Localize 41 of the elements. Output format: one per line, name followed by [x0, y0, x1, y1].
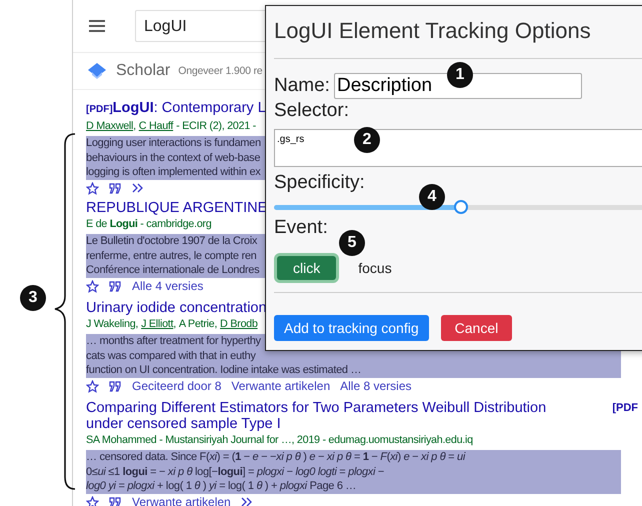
star-icon[interactable]: [86, 182, 99, 194]
double-chevron-icon[interactable]: [240, 497, 254, 506]
callout-number: 3: [20, 285, 46, 311]
result-link[interactable]: Verwante artikelen: [132, 495, 231, 506]
author-name: A Petrie,: [178, 318, 218, 330]
star-icon[interactable]: [86, 280, 99, 292]
menu-icon[interactable]: [89, 20, 105, 32]
slider-thumb[interactable]: [454, 200, 468, 214]
star-icon[interactable]: [86, 380, 99, 392]
quote-icon[interactable]: [109, 496, 122, 506]
author-name[interactable]: D Brodb: [220, 318, 258, 330]
selector-label: Selector:: [274, 99, 350, 123]
author-name[interactable]: C Hauff: [138, 120, 174, 132]
quote-icon[interactable]: [109, 182, 122, 194]
quote-icon[interactable]: [109, 280, 122, 292]
result-link[interactable]: Alle 4 versies: [132, 279, 204, 293]
result-title[interactable]: Comparing Different Estimators for Two Parameters Weibull Distribution under censored sample Type I: [86, 400, 586, 432]
result-source: - ECIR (2), 2021 -: [176, 120, 256, 132]
result-link[interactable]: Geciteerd door 8: [132, 379, 222, 393]
cancel-button[interactable]: Cancel: [440, 315, 512, 341]
star-icon[interactable]: [86, 496, 99, 506]
pdf-link[interactable]: [PDF: [612, 402, 638, 414]
event-option[interactable]: focus: [356, 256, 394, 280]
result-link[interactable]: Alle 8 versies: [340, 379, 412, 393]
scholar-logo-icon[interactable]: [88, 63, 106, 79]
result-link[interactable]: Verwante artikelen: [231, 379, 330, 393]
name-label: Name:: [274, 74, 330, 98]
dialog-title: LogUI Element Tracking Options: [274, 18, 592, 45]
author-name: J Wakeling,: [86, 318, 138, 330]
double-chevron-icon[interactable]: [132, 183, 145, 193]
author-name[interactable]: D Maxwell,: [86, 120, 136, 132]
event-label: Event:: [274, 216, 329, 240]
add-button[interactable]: Add to tracking config: [274, 315, 429, 341]
event-option[interactable]: click: [277, 256, 336, 280]
scholar-title: Scholar: [116, 62, 170, 80]
result-source: E de Logui - cambridge.org: [86, 218, 212, 230]
result-count: Ongeveer 1.900 re: [178, 65, 262, 77]
result-snippet: … censored data. Since F(xi) = (1 − e − −xi p θ ) e − xi p θ = 1 − F(xi) e − xi p θ = ui 0≤ui ≤1 logui = − xi p θ log[−logui] = plogxi − log0 logti = plogxi − log0 yi = plogxi + log( 1 θ ) yi = log( 1 θ ) + plogxi Page 6 …: [86, 450, 621, 494]
author-name[interactable]: J Elliott,: [141, 318, 176, 330]
quote-icon[interactable]: [109, 380, 122, 392]
result-source: SA Mohammed - Mustansiriyah Journal for …, 2019 - edumag.uomustansiriyah.edu.iq: [86, 434, 473, 446]
